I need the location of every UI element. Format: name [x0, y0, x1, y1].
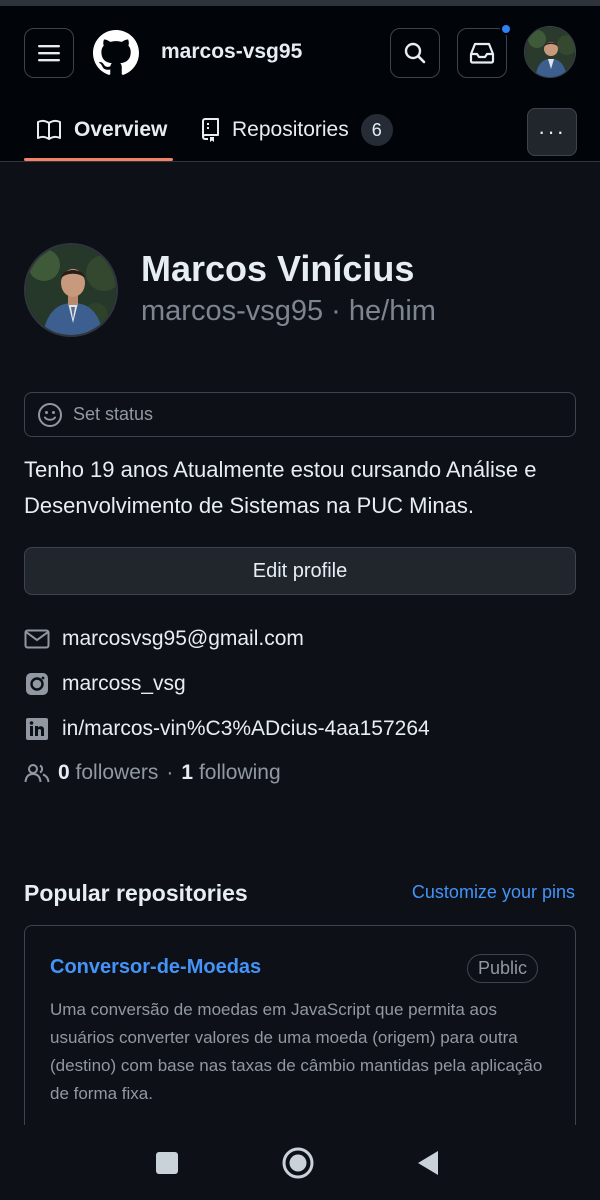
following-link[interactable]: 1 following [181, 761, 280, 785]
avatar-image [525, 27, 575, 77]
avatar-image [26, 245, 116, 335]
followers-label: followers [75, 761, 159, 784]
profile-email[interactable]: marcosvsg95@gmail.com [24, 626, 304, 652]
profile-bio: Tenho 19 anos Atualmente estou cursando … [24, 457, 537, 518]
back-button[interactable] [410, 1145, 446, 1181]
profile-linkedin[interactable]: in/marcos-vin%C3%ADcius-4aa157264 [24, 716, 430, 742]
back-triangle-icon [418, 1151, 438, 1175]
github-logo[interactable] [93, 30, 139, 76]
email-text: marcosvsg95@gmail.com [62, 627, 304, 650]
following-count: 1 [181, 761, 194, 784]
app-header: marcos-vsg95 Overview Repositories 6 ··· [0, 6, 600, 162]
recent-apps-button[interactable] [149, 1145, 185, 1181]
set-status-label: Set status [73, 404, 154, 424]
tab-overview[interactable]: Overview [36, 98, 167, 162]
header-username[interactable]: marcos-vsg95 [161, 40, 302, 64]
more-button[interactable]: ··· [527, 108, 577, 156]
following-label: following [198, 761, 281, 784]
tab-repositories-label: Repositories [232, 118, 349, 141]
profile-avatar[interactable] [24, 243, 118, 337]
circle-icon [282, 1147, 314, 1179]
repositories-count: 6 [360, 114, 393, 146]
profile-tabs: Overview Repositories 6 [0, 98, 600, 162]
follow-separator: · [166, 761, 174, 784]
set-status-button[interactable]: Set status [24, 392, 576, 437]
inbox-button[interactable] [457, 23, 512, 78]
customize-pins-link[interactable]: Customize your pins [412, 882, 575, 903]
search-button[interactable] [390, 28, 440, 78]
profile-login-pronouns: marcos-vsg95 · he/him [141, 295, 436, 327]
edit-profile-button[interactable]: Edit profile [24, 547, 576, 595]
repo-card: Conversor-de-Moedas Public Uma conversão… [24, 925, 576, 1135]
followers-following: 0 followers · 1 following [24, 760, 281, 786]
book-icon [37, 119, 61, 140]
smiley-icon [38, 402, 62, 427]
linkedin-icon [24, 716, 50, 742]
inbox-icon [469, 42, 495, 64]
linkedin-text: in/marcos-vin%C3%ADcius-4aa157264 [62, 717, 430, 740]
popular-repositories-title: Popular repositories [24, 880, 248, 906]
people-icon [24, 760, 50, 786]
search-icon [404, 42, 426, 64]
system-navigation-bar [0, 1125, 600, 1200]
repo-description: Uma conversão de moedas em JavaScript qu… [50, 1000, 543, 1103]
followers-count: 0 [58, 761, 70, 784]
mail-icon [24, 626, 50, 652]
repo-icon [202, 118, 219, 142]
square-icon [156, 1152, 178, 1174]
notification-dot [500, 23, 512, 35]
header-avatar[interactable] [524, 26, 576, 78]
followers-link[interactable]: 0 followers [58, 761, 158, 785]
tab-overview-label: Overview [74, 118, 168, 141]
home-button[interactable] [280, 1145, 316, 1181]
tab-overview-indicator [24, 158, 173, 161]
repo-visibility-badge: Public [466, 954, 538, 983]
repo-name-link[interactable]: Conversor-de-Moedas [50, 956, 261, 979]
menu-button[interactable] [24, 28, 74, 78]
hamburger-icon [38, 45, 60, 62]
profile-instagram[interactable]: marcoss_vsg [24, 671, 186, 697]
tab-repositories[interactable]: Repositories 6 [200, 98, 393, 162]
instagram-icon [24, 671, 50, 697]
instagram-text: marcoss_vsg [62, 672, 186, 695]
profile-full-name: Marcos Vinícius [141, 248, 415, 289]
